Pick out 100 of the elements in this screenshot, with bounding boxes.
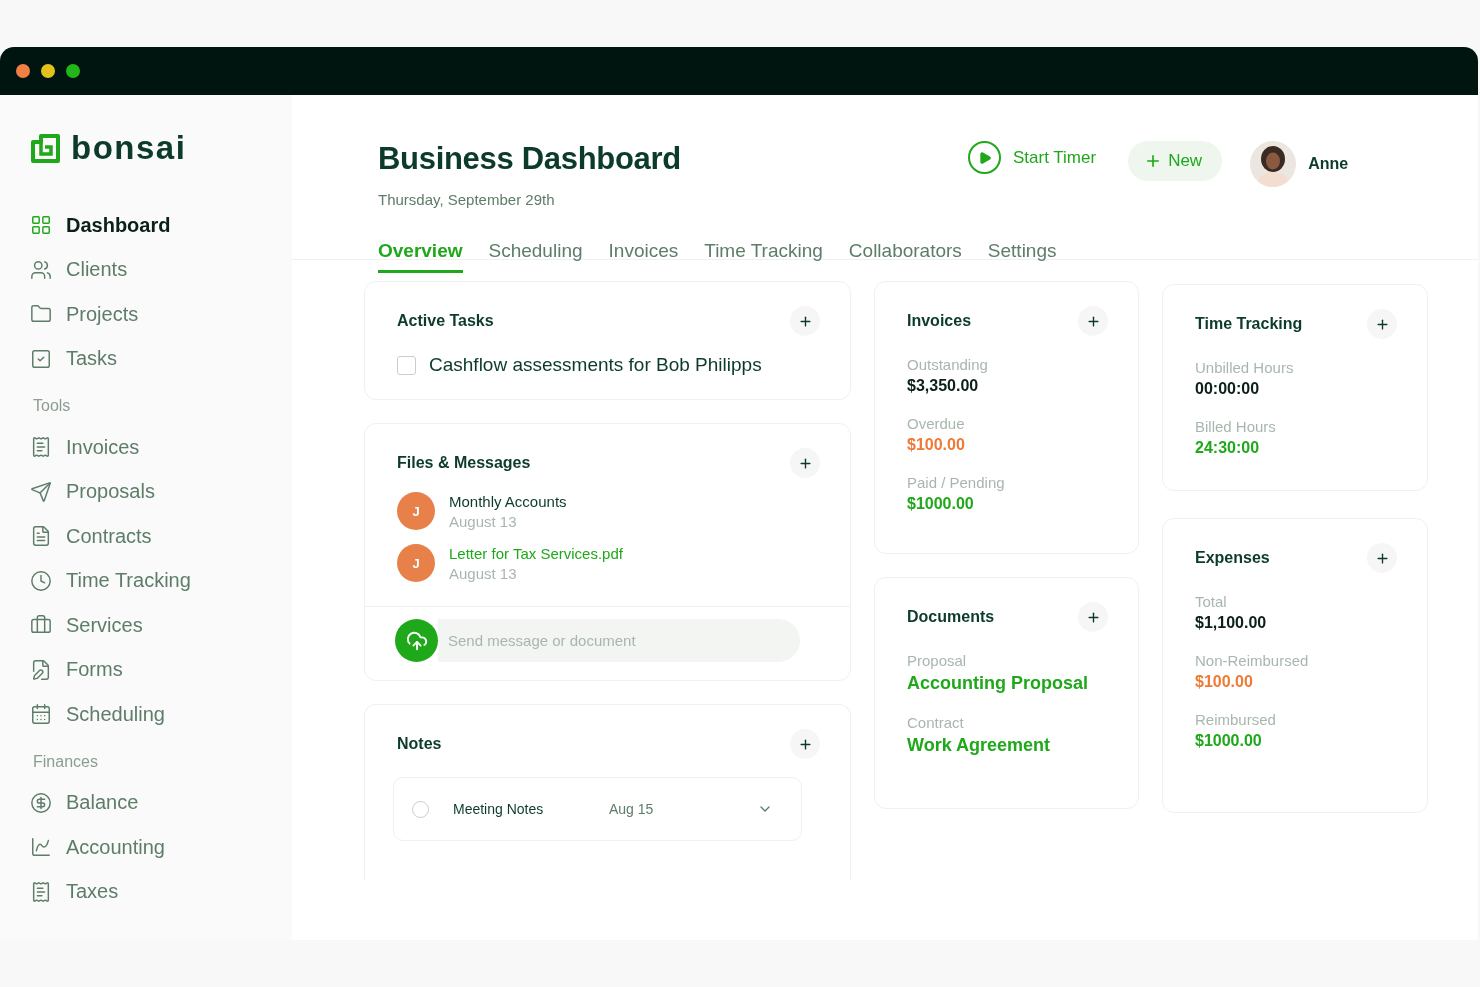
add-button[interactable] <box>1367 309 1397 339</box>
avatar-initial: J <box>397 544 435 582</box>
add-button[interactable] <box>1078 306 1108 336</box>
sidebar-item[interactable]: Balance <box>30 780 260 825</box>
card-title: Expenses <box>1195 549 1270 567</box>
stat-value: $1,100.00 <box>1195 614 1268 632</box>
task-label: Cashflow assessments for Bob Philipps <box>429 354 762 376</box>
card-title: Invoices <box>907 312 972 330</box>
stat-label: Total <box>1195 593 1228 610</box>
stat-label: Reimbursed <box>1195 711 1277 728</box>
message-field[interactable]: Send message or document <box>438 619 800 662</box>
stat-label: Non-Reimbursed <box>1195 652 1310 669</box>
sidebar-item[interactable]: Scheduling <box>30 692 260 737</box>
plus-icon <box>1085 609 1101 625</box>
stat-label: Outstanding <box>907 356 989 373</box>
tab[interactable]: Collaborators <box>848 240 962 273</box>
sidebar-item[interactable]: Invoices <box>30 425 260 470</box>
grid-icon <box>30 214 52 237</box>
card-title: Time Tracking <box>1195 315 1303 333</box>
stat-value: 00:00:00 <box>1195 380 1261 398</box>
clock-icon <box>30 569 52 592</box>
sidebar-item[interactable]: Tasks <box>30 336 260 381</box>
sidebar-item[interactable]: Proposals <box>30 469 260 514</box>
file-link[interactable]: Letter for Tax Services.pdf <box>449 544 623 562</box>
document-link[interactable]: Accounting Proposal <box>907 673 1108 694</box>
stat-value: $3,350.00 <box>907 377 980 395</box>
stat-value: $1000.00 <box>907 495 975 513</box>
section-title: Finances <box>33 752 99 772</box>
page-date: Thursday, September 29th <box>378 191 556 208</box>
tab[interactable]: Overview <box>378 240 463 273</box>
maximize-dot[interactable] <box>66 64 80 78</box>
start-timer-button[interactable]: Start Timer <box>968 141 1097 174</box>
task-checkbox[interactable] <box>397 355 416 375</box>
stat-value: 24:30:00 <box>1195 439 1261 457</box>
tab[interactable]: Scheduling <box>488 240 583 273</box>
message-title[interactable]: Monthly Accounts <box>449 492 567 510</box>
brand-name: bonsai <box>71 129 187 167</box>
plus-icon <box>797 313 813 329</box>
user-name: Anne <box>1308 155 1349 173</box>
upload-button[interactable] <box>395 619 438 662</box>
sidebar-item[interactable]: Taxes <box>30 869 260 914</box>
plus-icon <box>1374 316 1390 332</box>
sidebar-item[interactable]: Forms <box>30 647 260 692</box>
tab[interactable]: Invoices <box>608 240 679 273</box>
minimize-dot[interactable] <box>41 64 55 78</box>
add-button[interactable] <box>1367 543 1397 573</box>
plus-icon <box>1374 550 1390 566</box>
stat-label: Overdue <box>907 415 966 432</box>
add-button[interactable] <box>1078 602 1108 632</box>
stat-label: Unbilled Hours <box>1195 359 1295 376</box>
new-button[interactable]: New <box>1128 141 1223 181</box>
add-button[interactable] <box>790 448 820 478</box>
form-icon <box>30 658 52 681</box>
stat-label: Billed Hours <box>1195 418 1277 435</box>
card-title: Notes <box>397 735 442 753</box>
stat-value: $1000.00 <box>1195 732 1263 750</box>
avatar-initial: J <box>397 492 435 530</box>
add-button[interactable] <box>790 306 820 336</box>
receipt-icon <box>30 436 52 459</box>
sidebar-item[interactable]: Contracts <box>30 514 260 559</box>
chart-icon <box>30 836 52 859</box>
receipt-icon <box>30 880 52 903</box>
sidebar-item[interactable]: Clients <box>30 247 260 292</box>
card-title: Files & Messages <box>397 454 531 472</box>
note-radio[interactable] <box>412 800 429 818</box>
sidebar-item[interactable]: Accounting <box>30 825 260 870</box>
stat-label: Contract <box>907 714 965 731</box>
plus-icon <box>797 736 813 752</box>
cloud-upload-icon <box>405 629 428 652</box>
dollar-icon <box>30 791 52 814</box>
note-date: Aug 15 <box>609 801 655 817</box>
message-date: August 13 <box>449 512 518 530</box>
section-title: Tools <box>33 397 72 416</box>
plus-icon <box>1085 313 1101 329</box>
logo-icon <box>30 132 61 164</box>
play-icon <box>968 141 1001 174</box>
sidebar-item[interactable]: Services <box>30 603 260 648</box>
page-title: Business Dashboard <box>378 141 682 177</box>
users-icon <box>30 258 52 281</box>
calendar-icon <box>30 703 52 726</box>
sidebar-item[interactable]: Dashboard <box>30 203 260 248</box>
card-title: Documents <box>907 608 995 626</box>
note-row[interactable]: Meeting Notes Aug 15 <box>393 777 802 841</box>
stat-label: Paid / Pending <box>907 474 1006 491</box>
document-icon <box>30 525 52 548</box>
stat-value: $100.00 <box>907 436 966 454</box>
sidebar-item[interactable]: Projects <box>30 292 260 337</box>
tab[interactable]: Time Tracking <box>704 240 823 273</box>
document-link[interactable]: Work Agreement <box>907 735 1108 756</box>
stat-value: $100.00 <box>1195 673 1254 691</box>
tab[interactable]: Settings <box>987 240 1057 273</box>
close-dot[interactable] <box>16 64 30 78</box>
plus-icon <box>797 455 813 471</box>
sidebar-item[interactable]: Time Tracking <box>30 558 260 603</box>
paper-plane-icon <box>30 480 52 503</box>
note-title: Meeting Notes <box>453 801 545 817</box>
message-date: August 13 <box>449 564 518 582</box>
add-button[interactable] <box>790 729 820 759</box>
stat-label: Proposal <box>907 652 968 669</box>
card-title: Active Tasks <box>397 312 494 330</box>
